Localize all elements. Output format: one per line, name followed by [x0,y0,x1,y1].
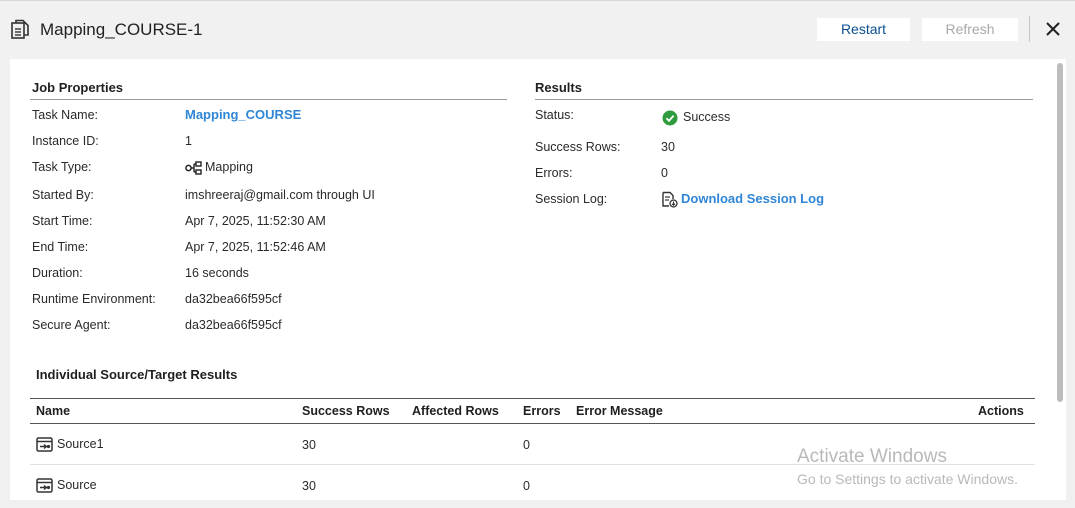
job-properties-divider [30,99,507,100]
secure-agent-label: Secure Agent: [32,318,111,332]
check-circle-icon [662,110,678,131]
task-name-link[interactable]: Mapping_COURSE [185,107,301,122]
source-object-icon [36,437,53,457]
activate-windows-watermark: Activate Windows [797,446,947,467]
close-icon[interactable] [1043,19,1063,39]
end-time-value: Apr 7, 2025, 11:52:46 AM [185,240,326,254]
secure-agent-value: da32bea66f595cf [185,318,282,332]
job-details-panel [10,59,1066,500]
download-log-icon[interactable] [661,191,678,213]
instance-id-value: 1 [185,134,192,148]
duration-label: Duration: [32,266,83,280]
vertical-scrollbar[interactable] [1057,63,1063,402]
source-object-icon [36,478,53,498]
column-header-errors[interactable]: Errors [523,404,561,418]
start-time-label: Start Time: [32,214,93,228]
row-name: Source1 [57,437,104,451]
table-top-border [30,398,1035,399]
toolbar-divider [1029,16,1030,42]
task-type-value: Mapping [205,160,253,174]
title-bar: Mapping_COURSE-1 Restart Refresh [0,0,1075,58]
task-type-label: Task Type: [32,160,92,174]
session-log-label: Session Log: [535,192,608,206]
errors-value: 0 [661,166,668,180]
start-time-value: Apr 7, 2025, 11:52:30 AM [185,214,326,228]
duration-value: 16 seconds [185,266,249,280]
instance-id-label: Instance ID: [32,134,99,148]
activate-windows-hint: Go to Settings to activate Windows. [797,471,1018,487]
download-session-log-link[interactable]: Download Session Log [681,191,824,206]
column-header-error-message[interactable]: Error Message [576,404,663,418]
row-errors: 0 [523,438,530,452]
column-header-actions: Actions [978,404,1024,418]
job-properties-heading: Job Properties [32,80,124,95]
status-value: Success [683,110,731,124]
runtime-environment-label: Runtime Environment: [32,292,156,306]
column-header-affected-rows[interactable]: Affected Rows [412,404,499,418]
status-label: Status: [535,108,574,122]
row-success-rows: 30 [302,479,316,493]
row-success-rows: 30 [302,438,316,452]
row-errors: 0 [523,479,530,493]
results-divider [535,99,1033,100]
mapping-icon [185,161,203,180]
column-header-name[interactable]: Name [36,404,70,418]
runtime-environment-value: da32bea66f595cf [185,292,282,306]
copy-document-icon [10,19,32,41]
results-heading: Results [535,80,582,95]
refresh-button[interactable]: Refresh [922,18,1018,41]
task-name-label: Task Name: [32,108,98,122]
source-target-heading: Individual Source/Target Results [36,367,238,382]
table-header-border [30,423,1035,424]
restart-button[interactable]: Restart [817,18,910,41]
started-by-value: imshreeraj@gmail.com through UI [185,188,375,202]
window-title: Mapping_COURSE-1 [40,20,203,39]
errors-label: Errors: [535,166,573,180]
started-by-label: Started By: [32,188,94,202]
success-rows-label: Success Rows: [535,140,621,154]
success-rows-value: 30 [661,140,675,154]
row-name: Source [57,478,97,492]
column-header-success-rows[interactable]: Success Rows [302,404,390,418]
end-time-label: End Time: [32,240,89,254]
